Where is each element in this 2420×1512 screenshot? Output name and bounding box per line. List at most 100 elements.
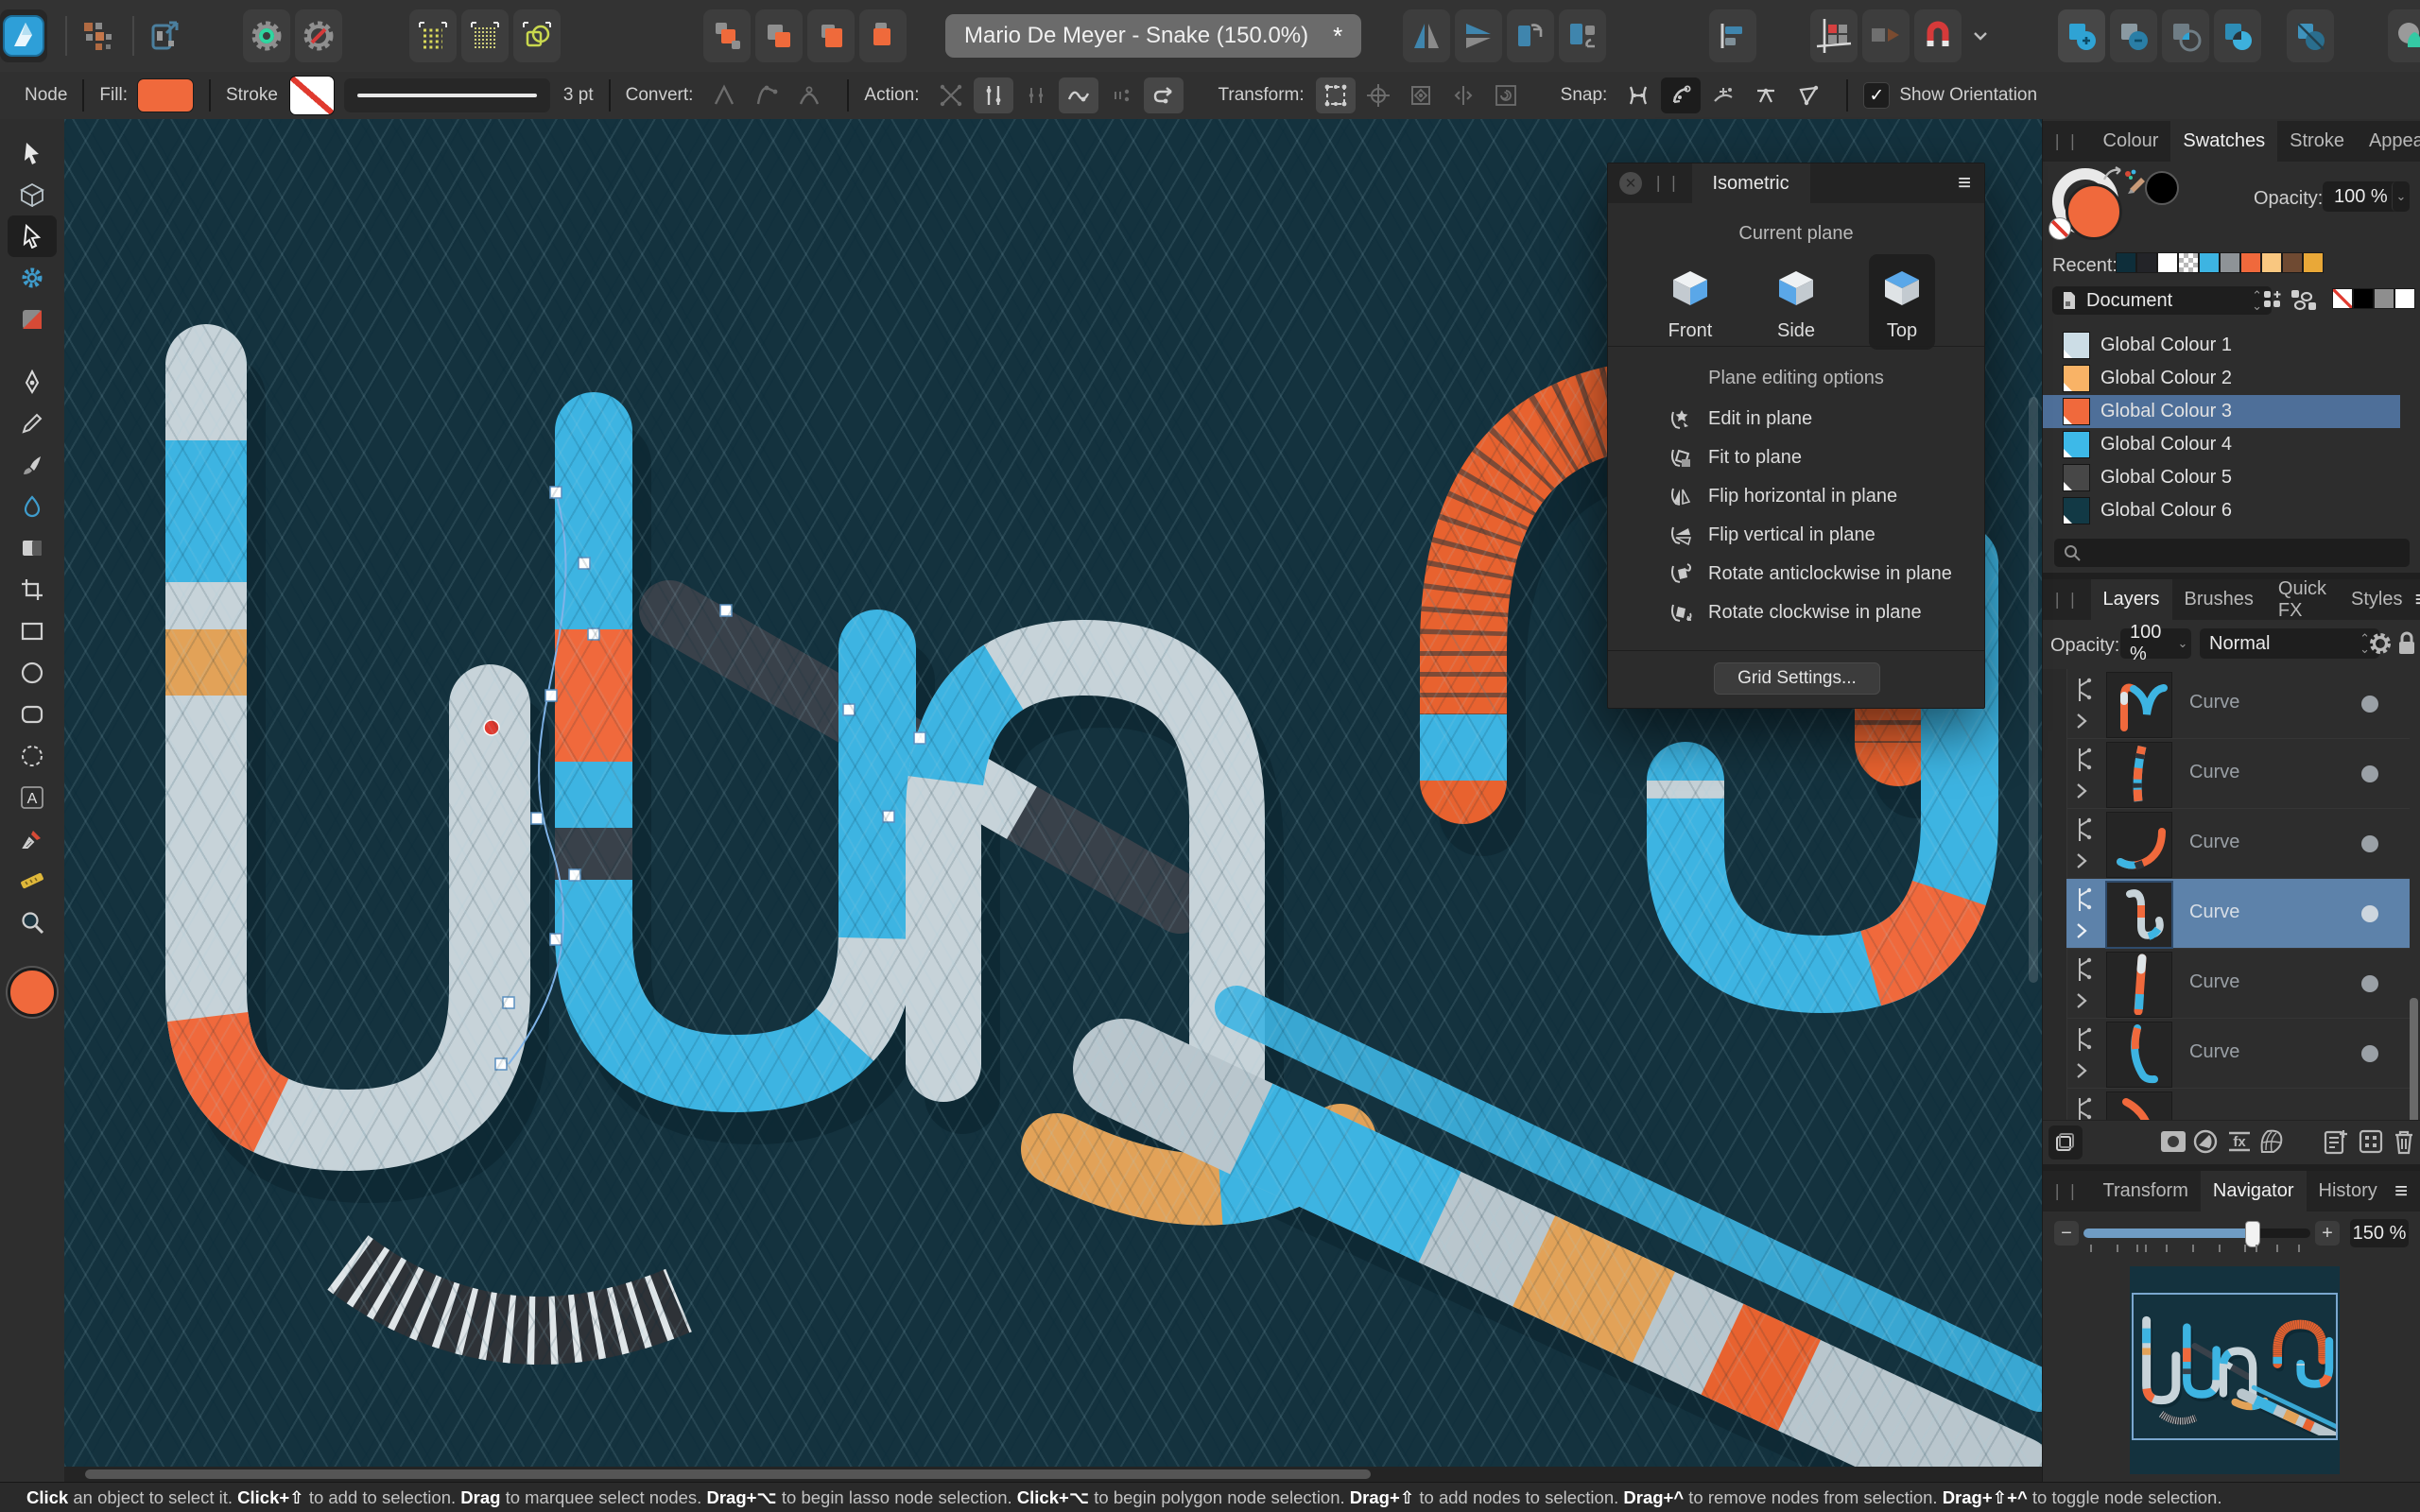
expand-chevron-icon[interactable] [2075, 920, 2088, 941]
boolean-divide-button[interactable] [2287, 9, 2335, 62]
expand-chevron-icon[interactable] [2075, 781, 2088, 801]
move-to-back-button[interactable] [859, 9, 907, 62]
flip-horizontal-in-plane-button[interactable]: Flip horizontal in plane [1608, 477, 1984, 516]
node-tool[interactable] [8, 215, 57, 257]
colour-picker-tool[interactable] [8, 818, 57, 860]
flip-vertical-button[interactable] [1455, 9, 1503, 62]
pen-tool[interactable] [8, 361, 57, 403]
recent-swatch[interactable] [2220, 252, 2240, 273]
move-to-front-button[interactable] [703, 9, 751, 62]
close-icon[interactable]: ✕ [1619, 172, 1642, 195]
fit-to-plane-button[interactable]: Fit to plane [1608, 438, 1984, 477]
transform-skew-button[interactable] [1401, 77, 1441, 113]
layer-visibility-toggle[interactable] [2361, 835, 2378, 852]
grid-subdivisions-button[interactable] [461, 9, 509, 62]
adjustment-layer-icon[interactable] [2191, 1127, 2220, 1156]
global-colour-row[interactable]: Global Colour 1 [2043, 329, 2400, 362]
zoom-out-button[interactable]: − [2054, 1221, 2079, 1246]
convert-sharp-button[interactable] [704, 77, 744, 113]
move-forward-button[interactable] [755, 9, 803, 62]
transform-mode-bbox-button[interactable] [1315, 77, 1356, 113]
mask-layer-icon[interactable] [2159, 1127, 2187, 1156]
edit-in-plane-button[interactable]: Edit in plane [1608, 400, 1984, 438]
canvas-vertical-scrollbar[interactable] [2029, 397, 2038, 983]
boolean-intersect-button[interactable] [2162, 9, 2210, 62]
preferences-button[interactable] [295, 9, 342, 62]
recent-swatch[interactable] [2303, 252, 2324, 273]
snap-to-shapes-button[interactable] [513, 9, 561, 62]
layer-visibility-toggle[interactable] [2361, 1045, 2378, 1062]
swatch-search-input[interactable] [2054, 539, 2410, 567]
add-layer-icon[interactable] [2323, 1127, 2349, 1156]
layer-effects-icon[interactable]: fx [2225, 1127, 2254, 1156]
tab-navigator[interactable]: Navigator [2200, 1171, 2307, 1211]
expand-chevron-icon[interactable] [2075, 990, 2088, 1011]
panel-menu-icon[interactable]: ≡ [2394, 1179, 2408, 1202]
swatch-opacity-input[interactable]: 100 % [2323, 181, 2402, 212]
swatch-white[interactable] [2394, 288, 2415, 309]
panel-menu-icon[interactable]: ≡ [2415, 588, 2420, 610]
canvas-horizontal-scrollbar[interactable] [64, 1467, 2042, 1482]
vector-crop-tool[interactable] [8, 569, 57, 610]
swatch-black[interactable] [2353, 288, 2374, 309]
rotate-anticlockwise-button[interactable] [1507, 9, 1555, 62]
no-colour-well[interactable] [2048, 217, 2071, 240]
brush-tool[interactable] [8, 444, 57, 486]
move-backward-button[interactable] [807, 9, 855, 62]
action-smooth-curve-button[interactable] [1058, 77, 1098, 113]
layer-row[interactable]: Curve [2066, 669, 2410, 739]
action-reverse-direction-button[interactable] [1143, 77, 1184, 113]
isometric-panel-header[interactable]: ✕ ❘❘ Isometric ≡ [1608, 163, 1984, 203]
fill-swatch[interactable] [136, 78, 194, 112]
drag-handle-icon[interactable]: ❘❘ [2050, 1182, 2082, 1201]
layer-visibility-toggle[interactable] [2361, 905, 2378, 922]
layer-row[interactable]: Curve [2066, 1019, 2410, 1089]
text-tool[interactable]: A [8, 777, 57, 818]
transparency-tool[interactable] [8, 527, 57, 569]
zoom-value[interactable]: 150 % [2350, 1219, 2409, 1247]
tab-brushes[interactable]: Brushes [2172, 579, 2266, 620]
show-grid-button[interactable] [409, 9, 457, 62]
action-reverse-curves-button[interactable] [1101, 77, 1141, 113]
stroke-width-slider[interactable] [343, 78, 550, 112]
ellipse-tool[interactable] [8, 652, 57, 694]
tab-transform[interactable]: Transform [2091, 1171, 2201, 1211]
layer-settings-gear-icon[interactable] [2368, 631, 2393, 656]
artboard-tool[interactable] [8, 174, 57, 215]
isometric-tab[interactable]: Isometric [1691, 163, 1810, 203]
stroke-swatch[interactable] [288, 76, 335, 115]
delete-layer-trash-icon[interactable] [2392, 1127, 2416, 1156]
expand-chevron-icon[interactable] [2075, 1060, 2088, 1081]
add-swatch-icon[interactable] [2262, 289, 2287, 314]
tab-styles[interactable]: Styles [2339, 579, 2414, 620]
swatch-collection-select[interactable]: Document ⌃ ⌄ [2052, 286, 2272, 315]
expand-chevron-icon[interactable] [2075, 850, 2088, 871]
recent-swatch[interactable] [2261, 252, 2282, 273]
plane-side-button[interactable]: Side [1763, 254, 1829, 350]
opacity-dropdown-icon[interactable]: ⌄ [2392, 181, 2410, 212]
geometry-merge-button[interactable] [2388, 9, 2420, 62]
zoom-in-button[interactable]: + [2315, 1221, 2340, 1246]
tab-stroke[interactable]: Stroke [2277, 121, 2357, 162]
global-colour-row[interactable]: Global Colour 2 [2043, 362, 2400, 395]
navigator-viewport-rect[interactable] [2132, 1293, 2338, 1440]
layer-visibility-toggle[interactable] [2361, 975, 2378, 992]
edit-all-layers-button[interactable] [2048, 1125, 2083, 1160]
recent-swatch[interactable] [2199, 252, 2220, 273]
drag-handle-icon[interactable]: ❘❘ [1651, 174, 1683, 193]
link-swatch-icon[interactable] [2290, 289, 2317, 314]
drag-handle-icon[interactable]: ❘❘ [2050, 591, 2082, 610]
fill-colour-well[interactable] [2066, 183, 2122, 240]
layer-row-selected[interactable]: Curve [2066, 879, 2410, 949]
measure-tool[interactable] [8, 860, 57, 902]
scrollbar-thumb[interactable] [85, 1469, 1371, 1479]
show-orientation-checkbox[interactable]: ✓ [1863, 82, 1891, 109]
grid-settings-button[interactable]: Grid Settings... [1714, 662, 1880, 695]
snapping-grid-button[interactable] [1810, 9, 1858, 62]
snap-while-dragging-button[interactable] [1661, 77, 1702, 113]
tab-history[interactable]: History [2307, 1171, 2390, 1211]
recent-swatch-transparent[interactable] [2178, 252, 2199, 273]
convert-smart-button[interactable] [789, 77, 829, 113]
layer-row[interactable]: Curve [2066, 809, 2410, 879]
tab-colour[interactable]: Colour [2091, 121, 2171, 162]
